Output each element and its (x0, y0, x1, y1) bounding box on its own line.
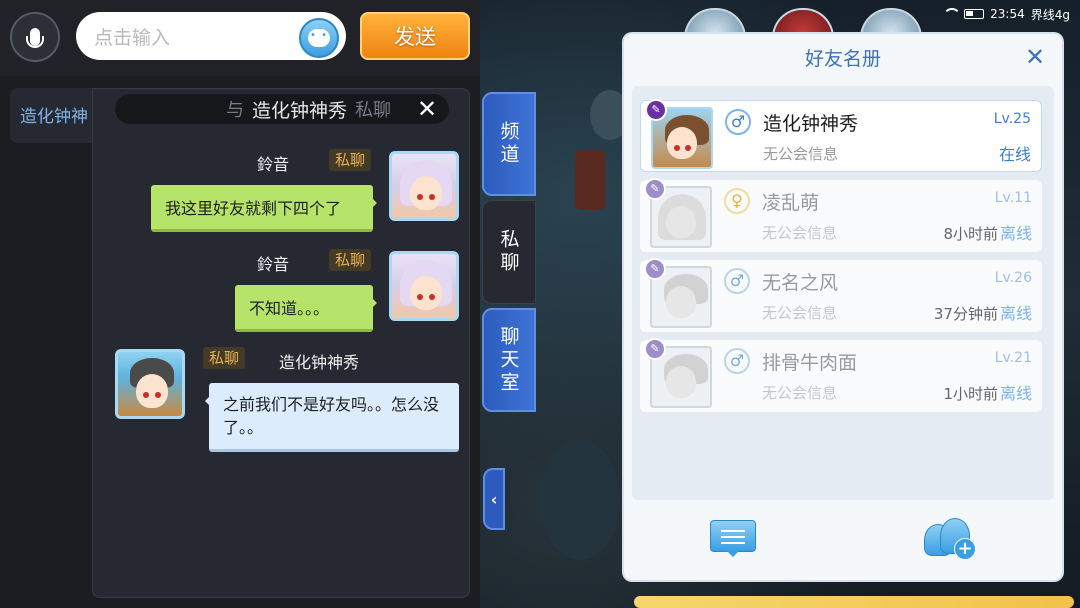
status-carrier: 界线4g (1030, 7, 1070, 22)
friend-name: 凌乱萌 (762, 192, 820, 214)
message-button[interactable] (710, 520, 756, 558)
emoji-icon (308, 29, 330, 47)
friend-guild: 无公会信息 (763, 145, 839, 163)
chat-input-bar: 点击输入 发送 (0, 0, 480, 76)
friend-row[interactable]: ✎ ♂ 无名之风 无公会信息 Lv.26 37分钟前 离线 (640, 258, 1042, 332)
friend-status-text: 在线 (998, 145, 1031, 164)
collapse-chat-button[interactable]: ‹ (483, 468, 505, 530)
female-icon: ♀ (724, 188, 750, 214)
friend-last-seen: 8小时前 (943, 225, 998, 243)
male-icon: ♂ (725, 109, 751, 135)
job-class-icon: ✎ (645, 99, 667, 121)
male-icon: ♂ (724, 268, 750, 294)
friend-name: 造化钟神秀 (763, 113, 859, 135)
message-icon (710, 520, 756, 557)
friend-level: Lv.25 (993, 111, 1031, 127)
friend-guild: 无公会信息 (762, 384, 838, 402)
friend-row[interactable]: ✎ ♂ 排骨牛肉面 无公会信息 Lv.21 1小时前 离线 (640, 338, 1042, 412)
private-tag: 私聊 (203, 347, 246, 369)
message-sender: 鈴音 (257, 155, 290, 174)
friend-row[interactable]: ✎ ♀ 凌乱萌 无公会信息 Lv.11 8小时前 离线 (640, 178, 1042, 252)
plus-icon: + (954, 538, 976, 560)
experience-bar (634, 596, 1074, 608)
chevron-left-icon: ‹ (490, 489, 498, 509)
friend-status: 37分钟前 离线 (934, 300, 1032, 324)
chat-bubble: 不知道。。。 (235, 285, 377, 332)
close-icon[interactable]: ✕ (1022, 44, 1048, 70)
friend-status: 8小时前 离线 (943, 220, 1032, 244)
friend-last-seen: 1小时前 (943, 385, 998, 403)
friend-status: 1小时前 离线 (943, 380, 1032, 404)
status-time: 23:54 (990, 7, 1025, 21)
send-button[interactable]: 发送 (360, 12, 470, 60)
chat-bubble: 我这里好友就剩下四个了 (151, 185, 377, 232)
mic-icon (26, 28, 44, 48)
tab-channel-label: 频道 (497, 121, 520, 167)
emoji-button[interactable] (299, 18, 339, 58)
private-chat-header: 与 造化钟神秀 私聊 ✕ (115, 94, 449, 124)
private-header-prefix: 与 (225, 100, 244, 121)
friend-status-text: 离线 (999, 384, 1032, 403)
friend-status-text: 离线 (999, 224, 1032, 243)
friend-level: Lv.21 (994, 350, 1032, 366)
friend-list-title: 好友名册 (804, 48, 881, 70)
private-header-suffix: 私聊 (355, 100, 391, 121)
avatar[interactable] (389, 251, 459, 321)
chat-input-placeholder: 点击输入 (94, 26, 171, 49)
tab-private-chat[interactable]: 私聊 (482, 200, 536, 304)
message-sender: 造化钟神秀 (279, 353, 360, 372)
tab-chat-room[interactable]: 聊天室 (482, 308, 536, 412)
friend-status-text: 离线 (999, 304, 1032, 323)
chat-contact-label: 造化钟神 (20, 107, 88, 127)
add-friend-button[interactable]: + (924, 518, 976, 560)
private-tag: 私聊 (329, 149, 372, 171)
friend-guild: 无公会信息 (762, 224, 838, 242)
friend-last-seen: 37分钟前 (933, 305, 998, 323)
friend-level: Lv.26 (994, 270, 1032, 286)
tab-channel[interactable]: 频道 (482, 92, 536, 196)
status-bar: 23:54 界线4g (942, 4, 1070, 24)
message-sender: 鈴音 (257, 255, 290, 274)
chat-bubble: 之前我们不是好友吗。。怎么没了。。 (205, 383, 459, 452)
friend-row[interactable]: ✎ ♂ 造化钟神秀 无公会信息 Lv.25 在线 (640, 99, 1042, 172)
friend-level: Lv.11 (994, 190, 1032, 206)
background-object (540, 440, 620, 560)
private-tag: 私聊 (329, 249, 372, 271)
friend-list: ✎ ♂ 造化钟神秀 无公会信息 Lv.25 在线 ✎ ♀ 凌乱萌 无公会信息 L… (632, 86, 1054, 500)
battery-icon (964, 9, 985, 19)
avatar[interactable] (389, 151, 459, 221)
close-private-chat-icon[interactable]: ✕ (415, 97, 439, 121)
avatar[interactable] (115, 349, 185, 419)
private-header-name: 造化钟神秀 (251, 99, 347, 122)
job-class-icon: ✎ (644, 338, 666, 360)
friend-status: 在线 (999, 141, 1031, 165)
chat-panel: 点击输入 发送 造化钟神 与 造化钟神秀 私聊 ✕ 鈴音 私聊 我这里好友就剩下… (0, 0, 480, 608)
job-class-icon: ✎ (644, 178, 666, 200)
tab-private-chat-label: 私聊 (497, 229, 520, 275)
job-class-icon: ✎ (644, 258, 666, 280)
male-icon: ♂ (724, 348, 750, 374)
wifi-icon (942, 8, 962, 20)
friend-guild: 无公会信息 (762, 304, 838, 322)
chat-contact-item[interactable]: 造化钟神 (10, 88, 92, 143)
tab-chat-room-label: 聊天室 (497, 325, 520, 395)
background-object (575, 150, 605, 210)
friend-list-panel: 好友名册 ✕ ✎ ♂ 造化钟神秀 无公会信息 Lv.25 在线 ✎ ♀ 凌乱萌 … (624, 34, 1062, 580)
friend-name: 排骨牛肉面 (762, 352, 858, 374)
chat-messages-area: 与 造化钟神秀 私聊 ✕ 鈴音 私聊 我这里好友就剩下四个了 鈴音 私聊 不知道… (92, 88, 470, 598)
voice-input-button[interactable] (10, 12, 60, 62)
friend-name: 无名之风 (762, 272, 839, 294)
